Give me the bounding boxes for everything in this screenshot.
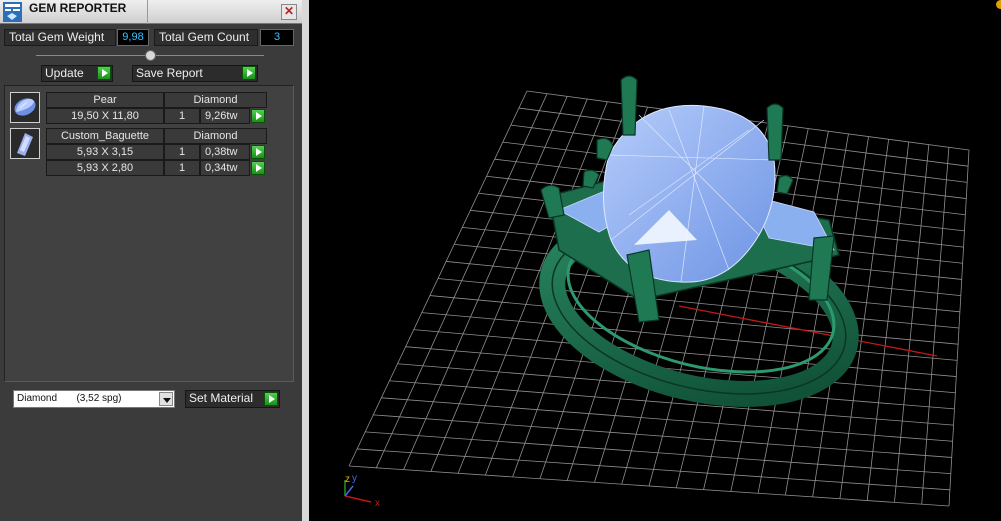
viewport-status-indicator [996, 0, 1001, 9]
set-material-button[interactable]: Set Material [185, 390, 280, 408]
baguette-gem-thumbnail-icon[interactable] [10, 128, 40, 159]
grid-line [381, 397, 953, 442]
panel-divider[interactable] [302, 0, 309, 521]
3d-viewport[interactable]: z y x [309, 0, 1001, 521]
gem-material-cell: Diamond [164, 92, 267, 108]
grid-line [948, 149, 970, 507]
select-gem-play-icon[interactable] [251, 161, 265, 175]
total-gem-count-label: Total Gem Count [154, 29, 258, 46]
total-gem-count-value: 3 [260, 29, 294, 46]
save-report-button[interactable]: Save Report [132, 65, 258, 82]
material-dropdown-value: Diamond (3,52 spg) [17, 393, 122, 404]
gem-qty-cell: 1 [164, 108, 200, 124]
gem-reporter-icon [3, 2, 22, 22]
play-icon [264, 392, 278, 406]
panel-titlebar[interactable]: GEM REPORTER ✕ [0, 0, 302, 24]
gem-list: Pear Diamond 19,50 X 11,80 1 9,26tw Cust… [4, 85, 294, 382]
grid-line [373, 414, 952, 458]
select-gem-play-icon[interactable] [251, 145, 265, 159]
save-report-button-label: Save Report [136, 66, 203, 80]
gem-shape-cell: Custom_Baguette [46, 128, 164, 144]
select-gem-play-icon[interactable] [251, 109, 265, 123]
z-axis-label: z [345, 474, 350, 485]
gem-reporter-panel: GEM REPORTER ✕ Total Gem Weight 9,98 Tot… [0, 0, 302, 521]
chevron-down-icon[interactable] [159, 392, 173, 406]
gem-size-cell: 5,93 X 2,80 [46, 160, 164, 176]
panel-splitter-handle[interactable] [145, 50, 156, 61]
grid-line [894, 144, 930, 503]
gem-size-cell: 5,93 X 3,15 [46, 144, 164, 160]
titlebar-separator [147, 0, 148, 24]
material-dropdown[interactable]: Diamond (3,52 spg) [13, 390, 175, 408]
ring-model[interactable] [535, 75, 864, 422]
close-button[interactable]: ✕ [281, 4, 297, 20]
play-icon [97, 66, 111, 80]
grid-line [348, 465, 950, 507]
total-gem-weight-label: Total Gem Weight [4, 29, 116, 46]
pear-gem-thumbnail-icon[interactable] [10, 92, 40, 123]
viewport-canvas[interactable]: z y x [309, 0, 1001, 521]
gem-material-cell: Diamond [164, 128, 267, 144]
set-material-button-label: Set Material [189, 391, 254, 405]
grid-line [357, 448, 950, 491]
axis-gizmo: z y x [344, 473, 380, 509]
grid-line [866, 141, 910, 501]
gem-weight-cell: 9,26tw [200, 108, 250, 124]
gem-weight-cell: 0,38tw [200, 144, 250, 160]
update-button[interactable]: Update [41, 65, 113, 82]
total-gem-weight-value: 9,98 [117, 29, 149, 46]
play-icon [242, 66, 256, 80]
grid-line [365, 431, 951, 475]
gem-qty-cell: 1 [164, 160, 200, 176]
panel-title: GEM REPORTER [29, 1, 127, 15]
gem-shape-cell: Pear [46, 92, 164, 108]
x-axis-label: x [375, 498, 380, 509]
gem-weight-cell: 0,34tw [200, 160, 250, 176]
update-button-label: Update [45, 66, 84, 80]
grid-line [921, 147, 950, 505]
y-axis-label: y [352, 473, 357, 484]
gem-size-cell: 19,50 X 11,80 [46, 108, 164, 124]
gem-qty-cell: 1 [164, 144, 200, 160]
